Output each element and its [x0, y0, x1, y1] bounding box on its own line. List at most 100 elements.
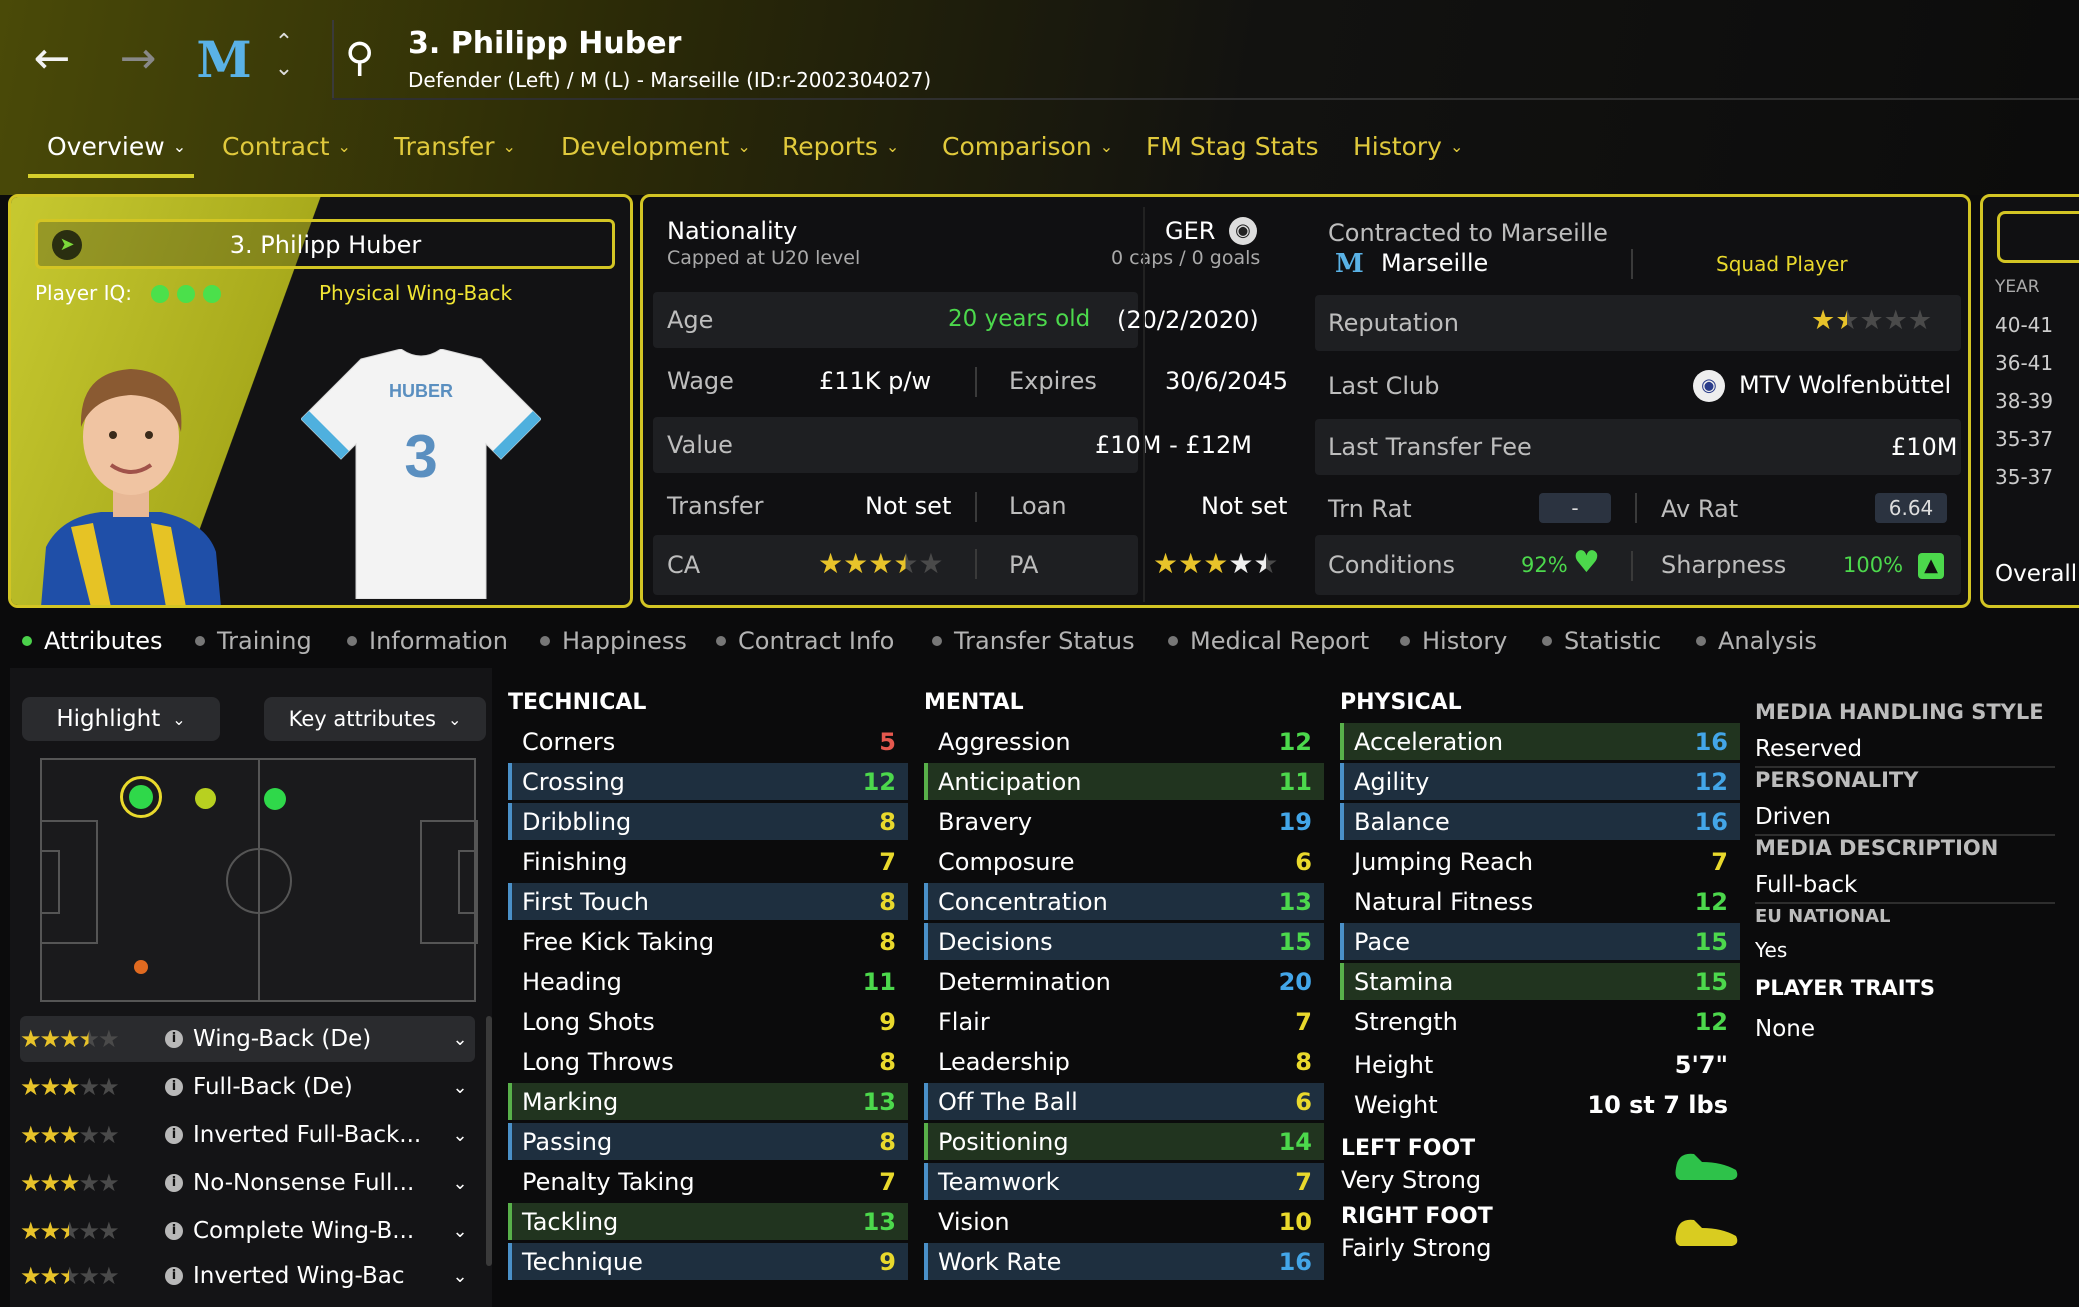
chevron-down-icon[interactable]: ⌄	[445, 1173, 475, 1194]
attribute-row-aggression[interactable]: Aggression 12	[924, 723, 1324, 760]
attribute-row-bravery[interactable]: Bravery 19	[924, 803, 1324, 840]
chevron-down-icon[interactable]: ⌄	[445, 1077, 475, 1098]
attribute-row-heading[interactable]: Heading 11	[508, 963, 908, 1000]
info-icon[interactable]: i	[165, 1267, 183, 1285]
role-row[interactable]: ★★★★★ i Inverted Wing-Bac ⌄	[20, 1256, 475, 1296]
attribute-name: Heading	[522, 967, 622, 996]
player-name-box[interactable]: ➤ 3. Philipp Huber	[35, 219, 615, 269]
role-row[interactable]: ★★★★★ i Wing-Back (De) ⌄	[20, 1016, 475, 1062]
attribute-row-tackling[interactable]: Tackling 13	[508, 1203, 908, 1240]
position-pitch[interactable]	[40, 758, 478, 1002]
attribute-row-determination[interactable]: Determination 20	[924, 963, 1324, 1000]
subtab-history[interactable]: History	[1400, 627, 1507, 655]
roles-scrollbar[interactable]	[486, 1016, 492, 1266]
attribute-row-dribbling[interactable]: Dribbling 8	[508, 803, 908, 840]
attribute-row-balance[interactable]: Balance 16	[1340, 803, 1740, 840]
attribute-name: Tackling	[522, 1207, 619, 1236]
chevron-down-icon[interactable]: ⌄	[445, 1266, 475, 1287]
tab-development[interactable]: Development ⌄	[561, 132, 751, 161]
info-icon[interactable]: i	[165, 1222, 183, 1240]
attribute-row-technique[interactable]: Technique 9	[508, 1243, 908, 1280]
attribute-row-agility[interactable]: Agility 12	[1340, 763, 1740, 800]
highlight-dropdown[interactable]: Highlight ⌄	[22, 697, 220, 741]
status-dot	[347, 636, 357, 646]
club-name[interactable]: Marseille	[1381, 249, 1488, 277]
attribute-row-marking[interactable]: Marking 13	[508, 1083, 908, 1120]
role-row[interactable]: ★★★★★ i No-Nonsense Full... ⌄	[20, 1160, 475, 1206]
attribute-row-work-rate[interactable]: Work Rate 16	[924, 1243, 1324, 1280]
attribute-row-natural-fitness[interactable]: Natural Fitness 12	[1340, 883, 1740, 920]
sharpness-icon: ▲	[1918, 553, 1944, 579]
attribute-row-corners[interactable]: Corners 5	[508, 723, 908, 760]
attribute-row-crossing[interactable]: Crossing 12	[508, 763, 908, 800]
chevron-down-icon: ⌄	[172, 709, 186, 729]
attribute-row-off-the-ball[interactable]: Off The Ball 6	[924, 1083, 1324, 1120]
attribute-row-leadership[interactable]: Leadership 8	[924, 1043, 1324, 1080]
attribute-row-jumping-reach[interactable]: Jumping Reach 7	[1340, 843, 1740, 880]
chevron-down-icon: ⌄	[737, 137, 751, 156]
attribute-row-decisions[interactable]: Decisions 15	[924, 923, 1324, 960]
attribute-row-acceleration[interactable]: Acceleration 16	[1340, 723, 1740, 760]
attribute-row-pace[interactable]: Pace 15	[1340, 923, 1740, 960]
last-club-value[interactable]: MTV Wolfenbüttel	[1739, 371, 1951, 399]
info-icon[interactable]: i	[165, 1126, 183, 1144]
attribute-row-long-throws[interactable]: Long Throws 8	[508, 1043, 908, 1080]
attribute-name: Crossing	[522, 767, 625, 796]
position-marker	[264, 788, 286, 810]
attribute-row-long-shots[interactable]: Long Shots 9	[508, 1003, 908, 1040]
info-icon[interactable]: i	[165, 1174, 183, 1192]
subtab-transfer-status[interactable]: Transfer Status	[932, 627, 1135, 655]
attribute-name: Acceleration	[1354, 727, 1504, 756]
tab-contract[interactable]: Contract ⌄	[222, 132, 351, 161]
subtab-contract-info[interactable]: Contract Info	[716, 627, 894, 655]
tab-overview[interactable]: Overview ⌄	[47, 132, 186, 161]
subtab-analysis[interactable]: Analysis	[1696, 627, 1817, 655]
info-icon[interactable]: i	[165, 1078, 183, 1096]
attribute-row-finishing[interactable]: Finishing 7	[508, 843, 908, 880]
attribute-row-anticipation[interactable]: Anticipation 11	[924, 763, 1324, 800]
forward-arrow-icon[interactable]: →	[108, 28, 168, 88]
tab-fm-stag-stats[interactable]: FM Stag Stats	[1146, 132, 1319, 161]
attribute-row-teamwork[interactable]: Teamwork 7	[924, 1163, 1324, 1200]
attribute-row-strength[interactable]: Strength 12	[1340, 1003, 1740, 1040]
key-attributes-dropdown[interactable]: Key attributes ⌄	[264, 697, 486, 741]
transfer-label: Transfer	[667, 492, 764, 520]
subtab-medical-report[interactable]: Medical Report	[1168, 627, 1369, 655]
attribute-row-flair[interactable]: Flair 7	[924, 1003, 1324, 1040]
attribute-row-concentration[interactable]: Concentration 13	[924, 883, 1324, 920]
tab-reports[interactable]: Reports ⌄	[782, 132, 899, 161]
info-icon[interactable]: i	[165, 1030, 183, 1048]
tab-history[interactable]: History ⌄	[1353, 132, 1463, 161]
attribute-row-vision[interactable]: Vision 10	[924, 1203, 1324, 1240]
attribute-row-first-touch[interactable]: First Touch 8	[508, 883, 908, 920]
role-row[interactable]: ★★★★★ i Complete Wing-B... ⌄	[20, 1208, 475, 1254]
search-icon[interactable]: ⚲	[345, 35, 395, 85]
back-arrow-icon[interactable]: ←	[22, 28, 82, 88]
chevron-down-icon[interactable]: ⌄	[445, 1221, 475, 1242]
club-logo-icon[interactable]: M	[192, 30, 256, 94]
loan-label: Loan	[1009, 492, 1067, 520]
chevron-down-icon[interactable]: ⌄	[445, 1029, 475, 1050]
subtab-attributes[interactable]: Attributes	[22, 627, 162, 655]
subtab-statistic[interactable]: Statistic	[1542, 627, 1661, 655]
tab-transfer[interactable]: Transfer ⌄	[394, 132, 516, 161]
role-row[interactable]: ★★★★★ i Full-Back (De) ⌄	[20, 1064, 475, 1110]
subtab-information[interactable]: Information	[347, 627, 508, 655]
subtab-happiness[interactable]: Happiness	[540, 627, 687, 655]
attribute-row-composure[interactable]: Composure 6	[924, 843, 1324, 880]
value-value: £10M - £12M	[1095, 431, 1252, 459]
expires-value: 30/6/2045	[1165, 367, 1289, 395]
role-row[interactable]: ★★★★★ i Inverted Full-Back... ⌄	[20, 1112, 475, 1158]
attribute-row-penalty-taking[interactable]: Penalty Taking 7	[508, 1163, 908, 1200]
attribute-value: 8	[1295, 1047, 1312, 1076]
chevron-down-icon[interactable]: ⌄	[445, 1125, 475, 1146]
attribute-row-free-kick-taking[interactable]: Free Kick Taking 8	[508, 923, 908, 960]
nation-flag-icon[interactable]: ◉	[1229, 217, 1257, 245]
attribute-row-stamina[interactable]: Stamina 15	[1340, 963, 1740, 1000]
subtab-training[interactable]: Training	[195, 627, 312, 655]
history-selector[interactable]	[1997, 211, 2079, 263]
attribute-row-positioning[interactable]: Positioning 14	[924, 1123, 1324, 1160]
tab-comparison[interactable]: Comparison ⌄	[942, 132, 1113, 161]
player-switch-icon[interactable]: ⌃ ⌄	[270, 30, 298, 90]
attribute-row-passing[interactable]: Passing 8	[508, 1123, 908, 1160]
